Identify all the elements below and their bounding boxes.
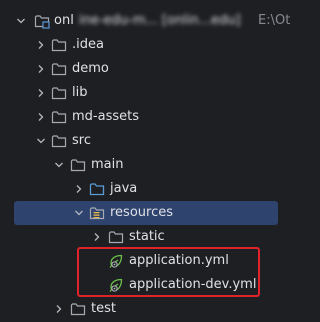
tree-item-label: src <box>72 133 91 148</box>
resources-folder-icon <box>89 201 105 225</box>
tree-item-src[interactable]: src <box>0 129 292 153</box>
tree-item-label: main <box>91 157 124 172</box>
chevron-down-icon[interactable] <box>16 9 26 33</box>
tree-item-lib[interactable]: lib <box>0 81 292 105</box>
folder-icon <box>51 33 67 57</box>
tree-item-label: md-assets <box>72 109 139 124</box>
tree-item-demo[interactable]: demo <box>0 57 292 81</box>
folder-icon <box>70 297 86 321</box>
tree-item-project-root[interactable]: onl ine-edu-m... [onlin...edu] E:\Ot <box>0 9 292 33</box>
folder-icon <box>70 153 86 177</box>
chevron-right-icon[interactable] <box>36 81 46 105</box>
tree-item-label: demo <box>72 61 109 76</box>
tree-item-label: resources <box>110 205 174 220</box>
module-folder-icon <box>34 9 50 33</box>
tree-item-label: .idea <box>72 37 104 52</box>
chevron-right-icon[interactable] <box>36 57 46 81</box>
tree-item-label: java <box>110 181 138 196</box>
chevron-right-icon[interactable] <box>92 225 102 249</box>
folder-icon <box>51 57 67 81</box>
tree-item-static[interactable]: static <box>0 225 292 249</box>
tree-item-label: lib <box>72 85 88 100</box>
folder-icon <box>51 105 67 129</box>
tree-item-main[interactable]: main <box>0 153 292 177</box>
project-path: E:\Ot <box>258 13 291 28</box>
tree-item-idea[interactable]: .idea <box>0 33 292 57</box>
folder-icon <box>51 129 67 153</box>
source-folder-icon <box>89 177 105 201</box>
chevron-right-icon[interactable] <box>36 33 46 57</box>
tree-item-label: static <box>129 229 165 244</box>
tree-item-resources[interactable]: resources <box>0 201 292 225</box>
tree-item-label: test <box>91 301 116 316</box>
tree-item-test[interactable]: test <box>0 297 292 321</box>
folder-icon <box>108 225 124 249</box>
chevron-down-icon[interactable] <box>54 153 64 177</box>
folder-icon <box>51 81 67 105</box>
project-name: onl <box>54 13 74 28</box>
annotation-highlight-box <box>77 247 260 297</box>
project-name-obscured: ine-edu-m... [onlin...edu] <box>79 13 241 28</box>
chevron-right-icon[interactable] <box>54 297 64 321</box>
chevron-right-icon[interactable] <box>74 177 84 201</box>
tree-item-md-assets[interactable]: md-assets <box>0 105 292 129</box>
tree-item-java[interactable]: java <box>0 177 292 201</box>
chevron-down-icon[interactable] <box>36 129 46 153</box>
chevron-down-icon[interactable] <box>74 201 84 225</box>
chevron-right-icon[interactable] <box>36 105 46 129</box>
